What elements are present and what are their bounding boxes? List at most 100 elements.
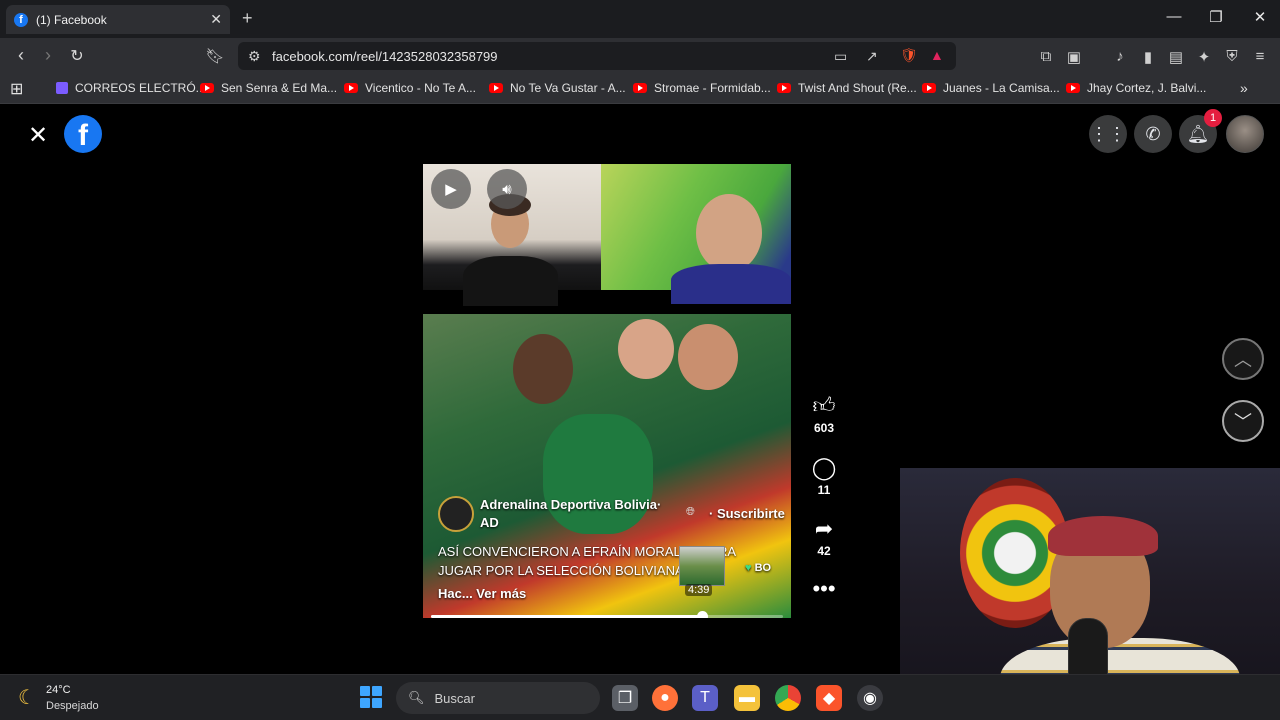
leo-ai-icon[interactable]: ✦ — [1194, 48, 1214, 66]
author-avatar[interactable] — [438, 496, 474, 532]
youtube-icon — [200, 83, 214, 93]
back-icon[interactable]: ‹ — [10, 45, 32, 66]
video-progress-bar[interactable] — [431, 611, 783, 618]
apps-grid-icon[interactable]: ⊞ — [10, 79, 23, 99]
music-icon[interactable]: ♪ — [1110, 48, 1130, 65]
youtube-icon — [922, 83, 936, 93]
facebook-logo-icon[interactable]: f — [64, 115, 102, 153]
notification-badge: 1 — [1204, 109, 1222, 127]
next-reel-icon[interactable]: ﹀ — [1222, 400, 1264, 442]
weather-description[interactable]: Despejado — [46, 700, 99, 712]
file-explorer-icon[interactable]: ▬ — [734, 685, 760, 711]
brave-rewards-icon[interactable]: ▲ — [930, 47, 944, 63]
browser-tab-bar: f (1) Facebook ✕ + — ❐ ✕ — [0, 0, 1280, 38]
cast-icon[interactable]: ▭ — [834, 48, 847, 65]
more-dots-icon: ••• — [812, 576, 836, 601]
browser-tab[interactable]: f (1) Facebook ✕ — [6, 5, 230, 34]
url-text: facebook.com/reel/1423528032358799 — [272, 48, 498, 64]
profile-avatar[interactable] — [1226, 115, 1264, 153]
close-reel-icon[interactable]: ✕ — [28, 121, 48, 150]
brave-shield-icon[interactable]: 🛡︎ — [900, 47, 918, 64]
bookmarks-bar: ⊞ CORREOS ELECTRÓ... Sen Senra & Ed Ma..… — [0, 74, 1280, 104]
browser-toolbar: ‹ › ↻ 🔖︎ ⚙︎ facebook.com/reel/1423528032… — [0, 38, 1280, 74]
bookmark-label: No Te Va Gustar - A... — [510, 81, 626, 95]
bookmark-label: Sen Senra & Ed Ma... — [221, 81, 338, 95]
youtube-icon — [344, 83, 358, 93]
video-progress-fill — [431, 615, 703, 618]
see-more-link[interactable]: Hac... Ver más — [438, 586, 526, 601]
comment-count: 11 — [817, 483, 831, 497]
share-count: 42 — [817, 544, 831, 558]
vpn-icon[interactable]: ⛨ — [1222, 48, 1242, 65]
bookmark-item[interactable]: Jhay Cortez, J. Balvi... — [1066, 81, 1206, 95]
facebook-favicon-icon: f — [14, 12, 28, 27]
reel-video[interactable]: ▶ 🔊︎ Adrenalina Deportiva Bolivia· AD 🌐︎… — [423, 164, 791, 618]
search-placeholder: Buscar — [434, 690, 475, 706]
heart-icon: ♥ — [745, 562, 752, 574]
menu-grid-icon[interactable]: ⋮⋮ — [1089, 115, 1127, 153]
bookmark-item[interactable]: No Te Va Gustar - A... — [489, 81, 626, 95]
reload-icon[interactable]: ↻ — [66, 46, 88, 66]
more-bookmarks-icon[interactable]: » — [1240, 80, 1248, 96]
bookmark-item[interactable]: Juanes - La Camisa... — [922, 81, 1060, 95]
comment-button[interactable]: ◯ 11 — [802, 455, 846, 497]
reader-icon[interactable]: ▣ — [1064, 48, 1084, 66]
more-options-button[interactable]: ••• — [802, 576, 846, 602]
windows-start-icon[interactable] — [360, 686, 382, 708]
bookmark-icon[interactable]: 🔖︎ — [204, 47, 226, 65]
messenger-icon[interactable]: ✆ — [1134, 115, 1172, 153]
country-tag: ♥ BO — [745, 562, 771, 574]
sidebar-icon[interactable]: ▮ — [1138, 48, 1158, 66]
bookmark-label: Stromae - Formidab... — [654, 81, 771, 95]
video-right-person — [601, 164, 791, 304]
comment-bubble-icon: ◯ — [811, 455, 837, 480]
play-icon[interactable]: ▶ — [431, 169, 471, 209]
bookmark-item[interactable]: Sen Senra & Ed Ma... — [200, 81, 337, 95]
youtube-icon — [1066, 83, 1080, 93]
youtube-icon — [633, 83, 647, 93]
author-name-line: Adrenalina Deportiva Bolivia· — [480, 497, 662, 512]
brave-icon[interactable]: ◆ — [816, 685, 842, 711]
bookmark-item[interactable]: Stromae - Formidab... — [633, 81, 771, 95]
extensions-icon[interactable]: ⧉ — [1036, 48, 1056, 65]
new-tab-icon[interactable]: + — [242, 8, 253, 29]
share-button[interactable]: ➦ 42 — [802, 516, 846, 558]
taskbar-search[interactable]: 🔍︎ Buscar — [396, 682, 600, 714]
address-bar[interactable]: ⚙︎ facebook.com/reel/1423528032358799 ▭ … — [238, 42, 956, 70]
teams-icon[interactable]: T — [692, 685, 718, 711]
weather-temperature[interactable]: 24°C — [46, 684, 71, 696]
share-arrow-icon: ➦ — [814, 516, 834, 541]
bookmark-label: Twist And Shout (Re... — [798, 81, 917, 95]
bookmark-item[interactable]: Vicentico - No Te A... — [344, 81, 476, 95]
bookmark-item[interactable]: CORREOS ELECTRÓ... — [56, 81, 206, 95]
task-view-icon[interactable]: ❐ — [612, 685, 638, 711]
menu-icon[interactable]: ≡ — [1250, 48, 1270, 65]
like-button[interactable]: 👍︎ 603 — [802, 393, 846, 435]
share-icon[interactable]: ↗ — [866, 48, 878, 65]
subscribe-button[interactable]: · Suscribirte — [709, 506, 785, 521]
previous-reel-icon[interactable]: ︿ — [1222, 338, 1264, 380]
youtube-icon — [489, 83, 503, 93]
wallet-icon[interactable]: ▤ — [1166, 48, 1186, 66]
volume-icon[interactable]: 🔊︎ — [487, 169, 527, 209]
minimize-icon[interactable]: — — [1164, 8, 1184, 25]
bookmark-label: Jhay Cortez, J. Balvi... — [1087, 81, 1207, 95]
streamer-cap — [1048, 516, 1158, 556]
restore-icon[interactable]: ❐ — [1206, 8, 1226, 26]
moon-weather-icon[interactable]: ☾ — [18, 685, 36, 710]
author-name-suffix: AD — [480, 515, 499, 530]
close-tab-icon[interactable]: ✕ — [210, 11, 222, 28]
author-name[interactable]: Adrenalina Deportiva Bolivia· AD — [480, 496, 680, 532]
bookmark-item[interactable]: Twist And Shout (Re... — [777, 81, 917, 95]
thumbs-up-icon: 👍︎ — [812, 393, 836, 418]
site-info-icon[interactable]: ⚙︎ — [248, 48, 261, 65]
recording-app-icon[interactable]: ◉ — [857, 685, 883, 711]
tab-title: (1) Facebook — [36, 12, 107, 27]
like-count: 603 — [813, 421, 835, 435]
close-window-icon[interactable]: ✕ — [1250, 8, 1270, 26]
firefox-icon[interactable]: ● — [652, 685, 678, 711]
forward-icon[interactable]: › — [37, 45, 59, 66]
video-progress-handle[interactable] — [697, 611, 709, 618]
bookmark-label: Juanes - La Camisa... — [943, 81, 1060, 95]
chrome-icon[interactable] — [775, 685, 801, 711]
